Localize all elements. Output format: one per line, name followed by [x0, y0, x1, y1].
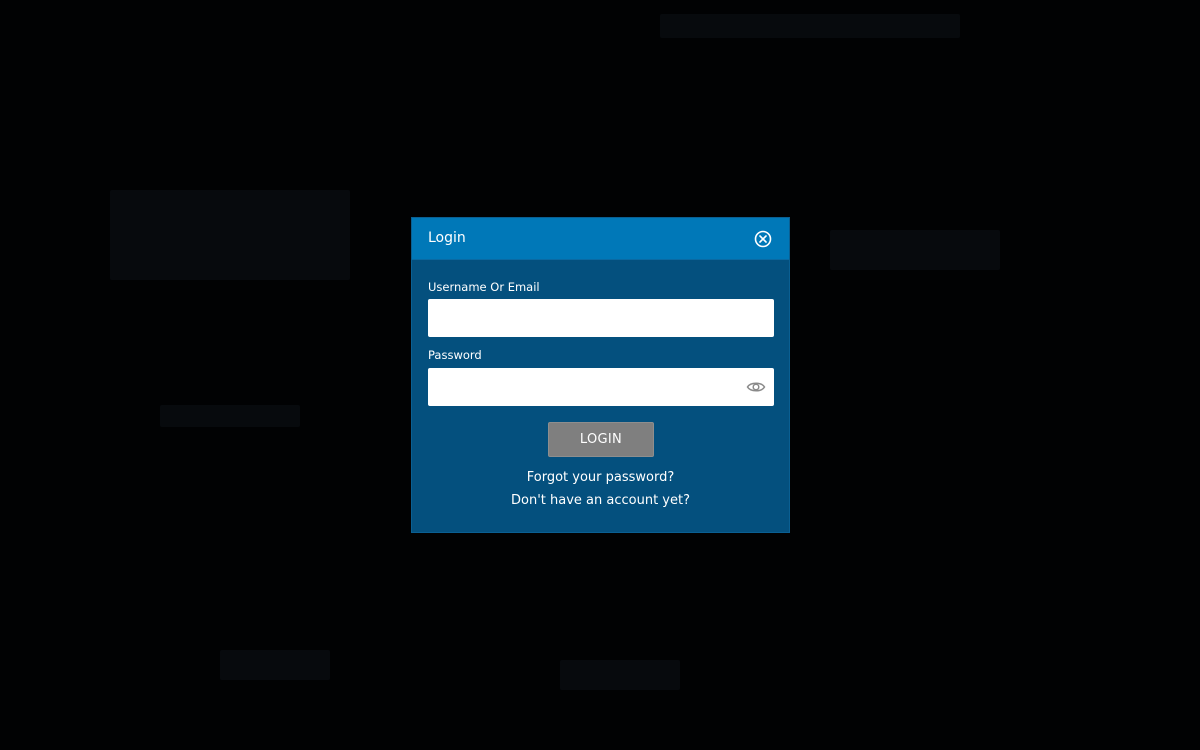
modal-title: Login	[428, 230, 466, 246]
background-banner-right	[830, 230, 1000, 270]
background-header-bar	[660, 14, 960, 38]
background-footer-left	[220, 650, 330, 680]
eye-icon[interactable]	[746, 379, 766, 395]
background-footer-mid	[560, 660, 680, 690]
close-circle-icon[interactable]	[754, 230, 772, 248]
background-button	[160, 405, 300, 427]
signup-link[interactable]: Don't have an account yet?	[412, 493, 789, 509]
background-banner-left	[110, 190, 350, 280]
username-label: Username Or Email	[428, 280, 540, 294]
username-input[interactable]	[428, 299, 774, 337]
modal-header: Login	[412, 218, 789, 260]
password-label: Password	[428, 348, 482, 362]
password-input[interactable]	[428, 368, 774, 406]
login-modal: Login Username Or Email Password LOGIN F…	[411, 217, 790, 533]
login-button[interactable]: LOGIN	[548, 422, 654, 457]
forgot-password-link[interactable]: Forgot your password?	[412, 470, 789, 486]
